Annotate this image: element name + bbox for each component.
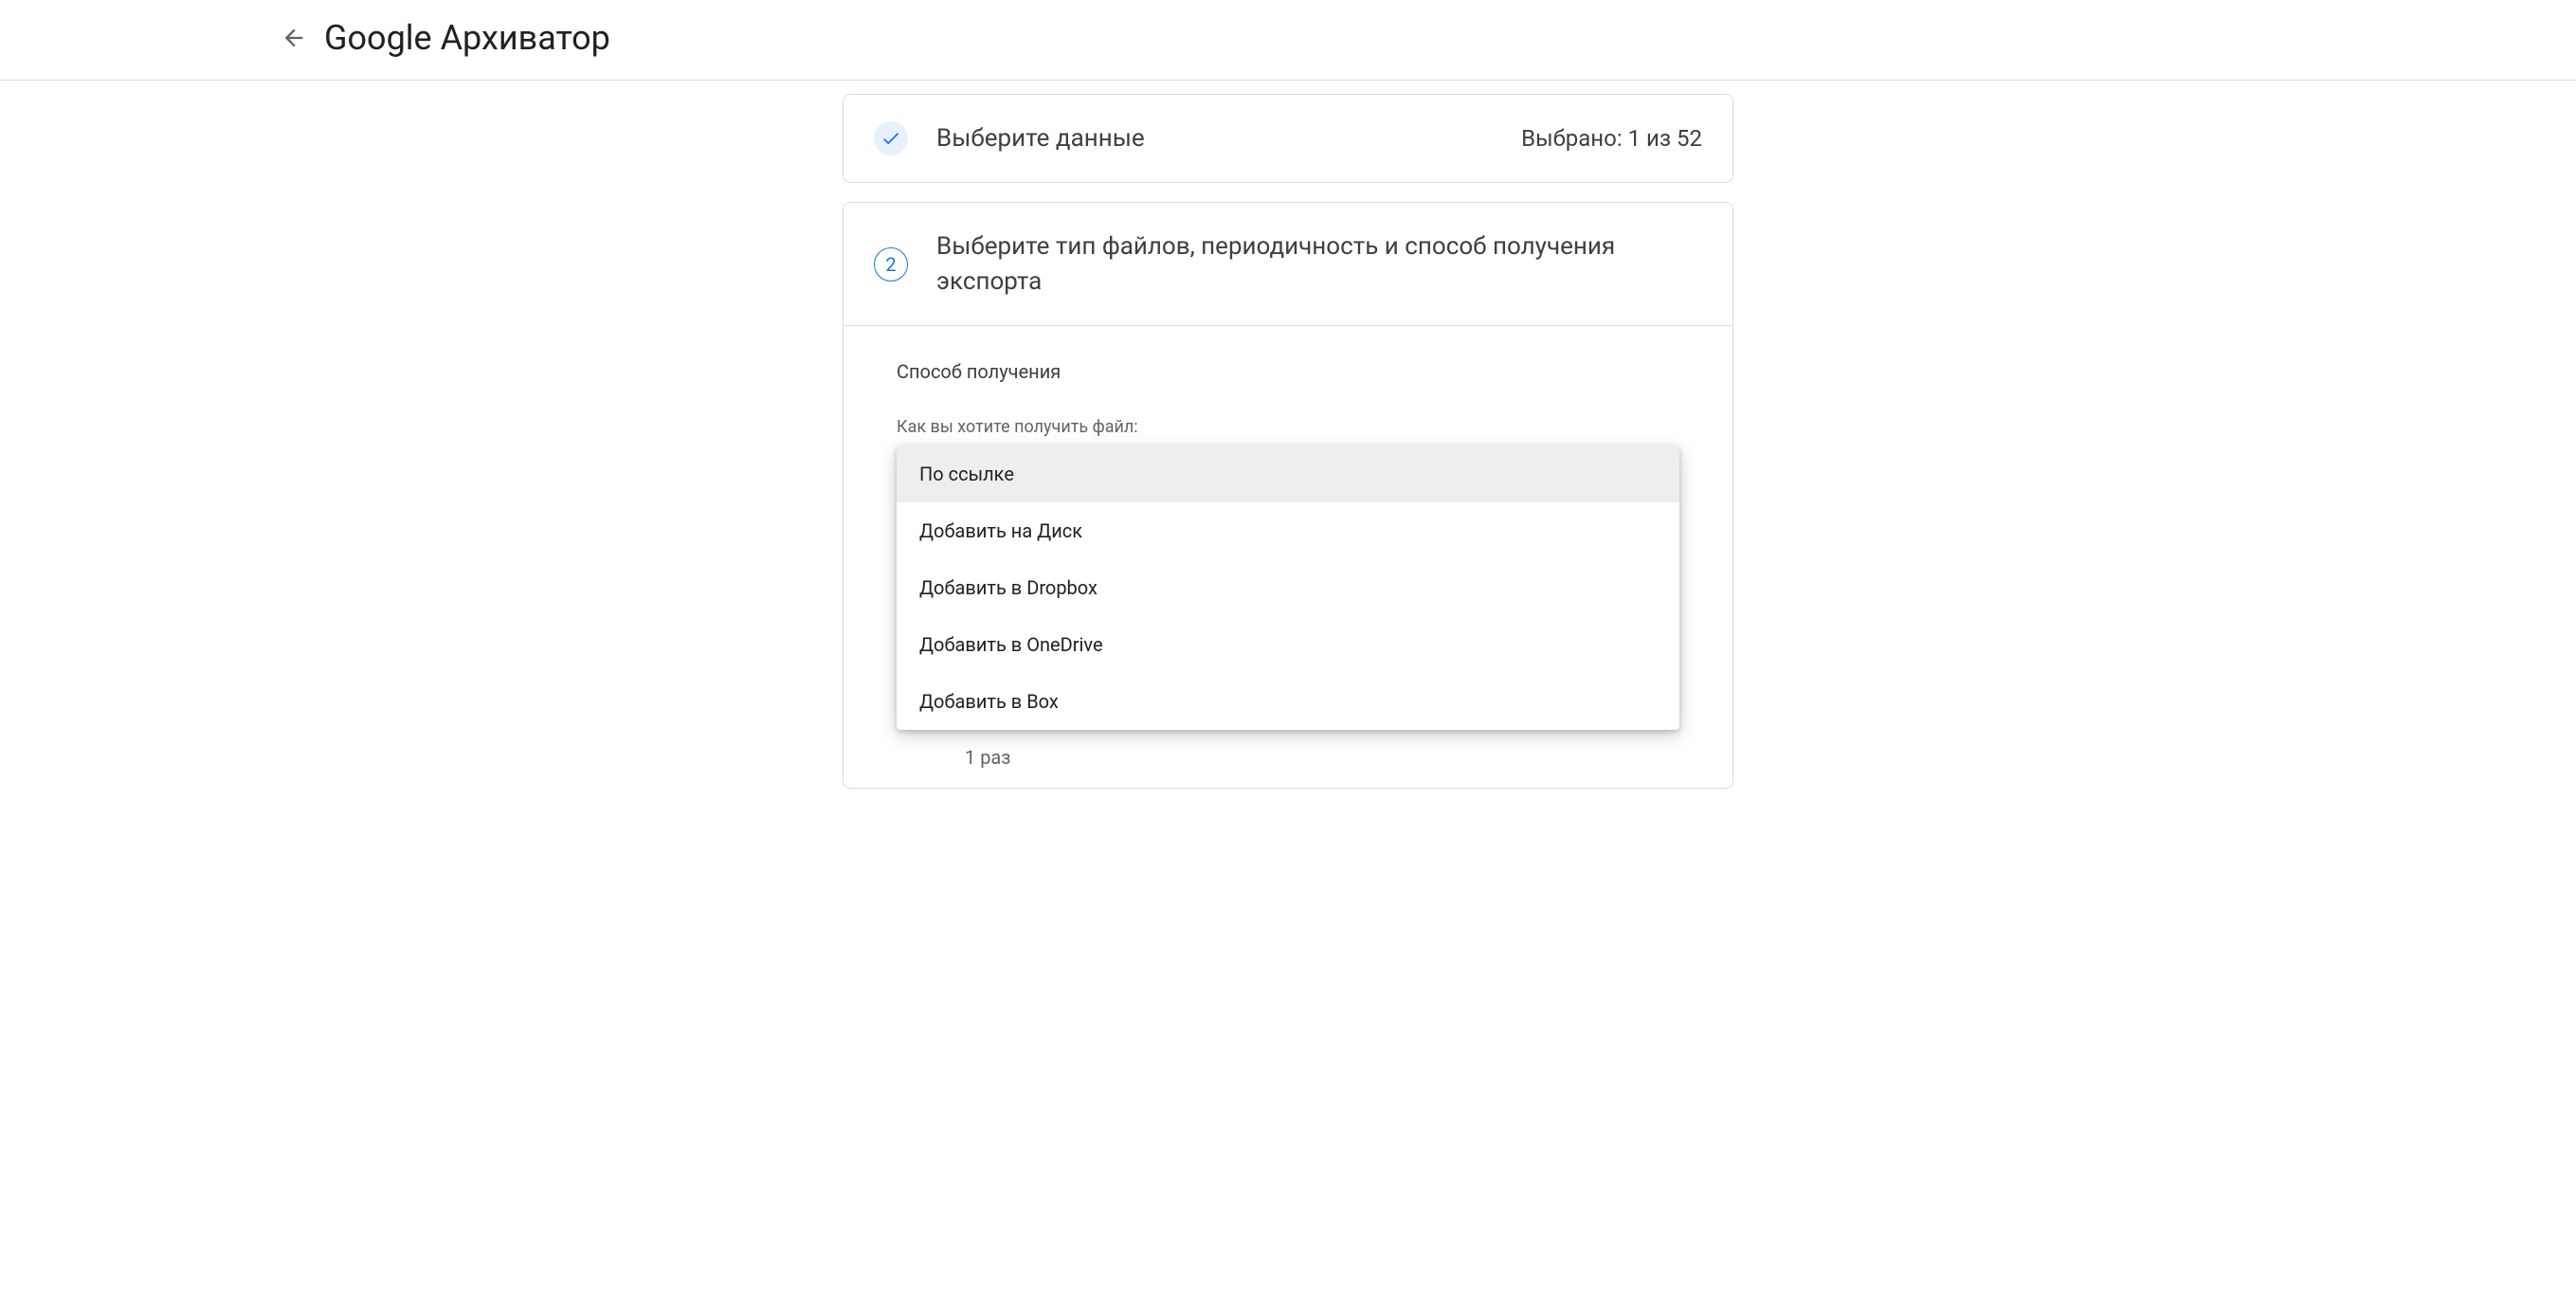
main-content: Выберите данные Выбрано: 1 из 52 2 Выбер… xyxy=(843,81,1733,789)
delivery-section-title: Способ получения xyxy=(897,360,1679,383)
step-check-badge xyxy=(874,121,908,155)
dropdown-option-link[interactable]: По ссылке xyxy=(897,445,1679,502)
delivery-dropdown-menu: По ссылке Добавить на Диск Добавить в Dr… xyxy=(897,445,1679,730)
check-icon xyxy=(880,128,901,149)
arrow-left-icon xyxy=(281,25,307,51)
step2-header: 2 Выберите тип файлов, периодичность и с… xyxy=(844,203,1732,325)
frequency-once-sub: 1 раз xyxy=(897,746,1679,769)
delivery-field-label: Как вы хотите получить файл: xyxy=(897,417,1679,437)
step1-summary: Выбрано: 1 из 52 xyxy=(1521,125,1702,152)
page-title: Google Архиватор xyxy=(324,18,610,58)
dropdown-option-box[interactable]: Добавить в Box xyxy=(897,673,1679,730)
step2-card: 2 Выберите тип файлов, периодичность и с… xyxy=(843,202,1733,789)
dropdown-option-onedrive[interactable]: Добавить в OneDrive xyxy=(897,616,1679,673)
app-header: Google Архиватор xyxy=(0,0,2576,81)
step1-header: Выберите данные Выбрано: 1 из 52 xyxy=(844,95,1732,182)
step-number-badge: 2 xyxy=(874,247,908,282)
dropdown-option-dropbox[interactable]: Добавить в Dropbox xyxy=(897,559,1679,616)
step2-body: Способ получения Как вы хотите получить … xyxy=(844,326,1732,788)
step1-title: Выберите данные xyxy=(936,121,1521,155)
dropdown-option-drive[interactable]: Добавить на Диск xyxy=(897,502,1679,559)
step1-card[interactable]: Выберите данные Выбрано: 1 из 52 xyxy=(843,94,1733,183)
step2-title: Выберите тип файлов, периодичность и спо… xyxy=(936,229,1702,299)
back-button[interactable] xyxy=(271,15,317,61)
